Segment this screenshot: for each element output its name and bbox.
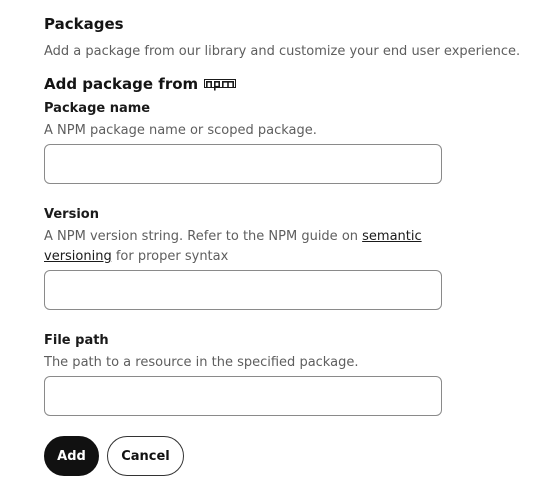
npm-logo-icon [204, 77, 237, 91]
add-button[interactable]: Add [44, 436, 99, 476]
package-name-input[interactable] [44, 144, 442, 184]
version-label: Version [44, 207, 99, 222]
version-help-text-before: A NPM version string. Refer to the NPM g… [44, 229, 363, 244]
package-source-heading: Add package from [44, 75, 237, 93]
package-source-label: Add package from [44, 75, 199, 93]
version-help: A NPM version string. Refer to the NPM g… [44, 227, 444, 267]
package-name-help: A NPM package name or scoped package. [44, 123, 317, 138]
file-path-label: File path [44, 333, 109, 348]
cancel-button[interactable]: Cancel [107, 436, 184, 476]
package-name-label: Package name [44, 101, 151, 116]
page-title: Packages [44, 15, 124, 33]
version-input[interactable] [44, 270, 442, 310]
file-path-help: The path to a resource in the specified … [44, 355, 359, 370]
page-subtitle: Add a package from our library and custo… [44, 44, 521, 59]
version-help-text-after: for proper syntax [111, 249, 229, 264]
file-path-input[interactable] [44, 376, 442, 416]
